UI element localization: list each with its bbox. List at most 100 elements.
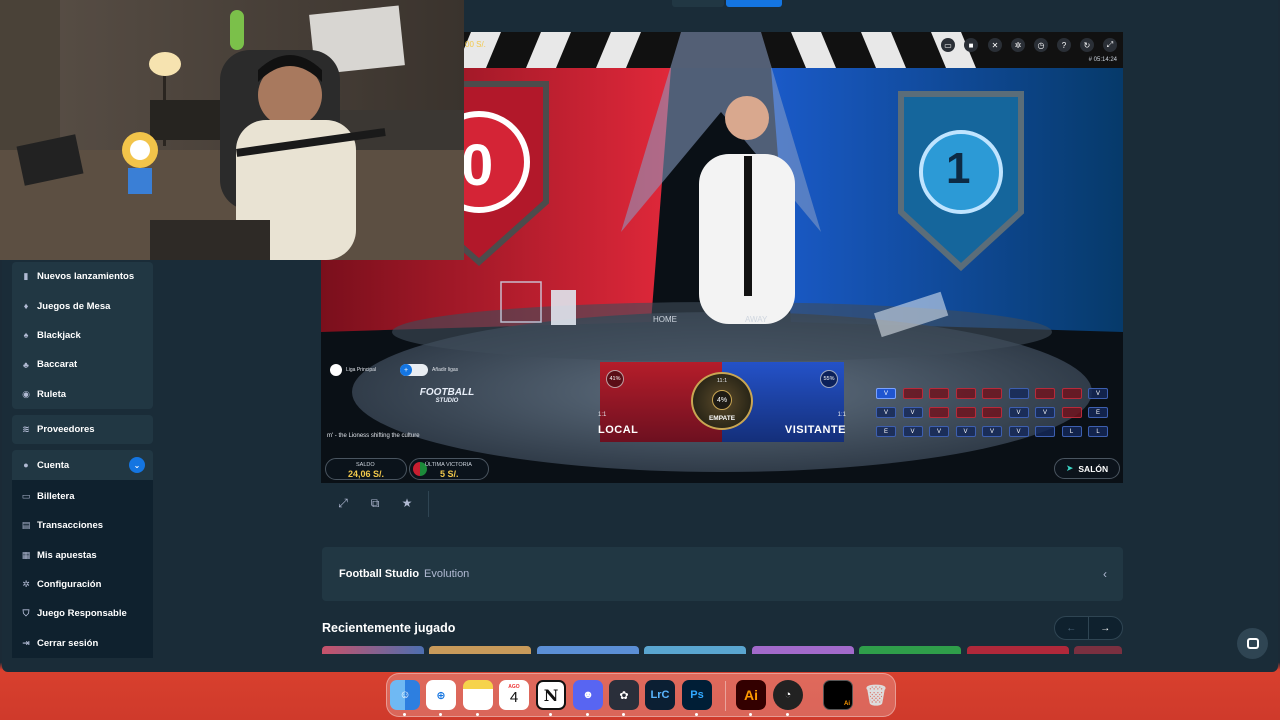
illustrator-icon[interactable]: Ai [736,680,766,710]
running-indicator [786,713,789,716]
draw-ratio: 11:1 [716,378,728,384]
recent-game-thumb[interactable] [644,646,746,654]
league-selector[interactable]: Liga Principal [330,364,376,376]
history-cell [929,388,949,399]
recent-game-thumb[interactable] [537,646,639,654]
sidebar-item-blackjack[interactable]: ♠ Blackjack [12,321,153,350]
scoreboard-right: 1 [946,144,971,193]
running-indicator [476,713,479,716]
sidebar-item-settings[interactable]: ✲ Configuración [12,570,153,599]
visitor-percent-badge: 55% [820,370,838,388]
history-cell [955,407,976,418]
draw-label: EMPATE [708,415,736,422]
history-cell [1061,407,1082,418]
help-icon[interactable]: ? [1057,38,1071,52]
chat-bubble-icon [1246,638,1259,649]
recent-game-thumb[interactable] [859,646,961,654]
recent-game-thumb[interactable] [322,646,424,654]
expand-icon[interactable]: ⤢ [335,495,351,511]
control-divider [428,491,429,517]
top-nav-tab-active[interactable] [726,0,782,7]
lobby-button[interactable]: ➤ SALÓN [1054,458,1120,479]
provider-icon: ≋ [22,424,30,435]
sidebar-item-wallet[interactable]: ▭ Billetera [12,482,153,511]
chevron-down-icon[interactable]: ⌄ [129,457,145,474]
league-logo-icon [330,364,342,376]
sidebar-item-table-games[interactable]: ♦ Juegos de Mesa [12,291,153,320]
calendar-icon[interactable]: AGO 4 [499,680,529,710]
recent-game-thumb[interactable] [967,646,1069,654]
recent-game-thumb[interactable] [752,646,854,654]
sidebar-item-logout[interactable]: ⇥ Cerrar sesión [12,629,153,658]
history-cell: V [1008,407,1029,418]
sidebar-item-baccarat[interactable]: ♣ Baccarat [12,350,153,379]
video-icon[interactable]: ■ [964,38,978,52]
sidebar-item-new-releases[interactable]: ▮ Nuevos lanzamientos [12,262,153,291]
table-away-text: AWAY [745,315,768,324]
sidebar-group-games: ▮ Nuevos lanzamientos ♦ Juegos de Mesa ♠ Bl… [12,262,153,409]
safari-icon[interactable]: ⊕ [426,680,456,710]
trash-icon[interactable]: 🗑 [861,680,891,710]
discord-icon[interactable]: ☻ [573,680,603,710]
local-ratio: 1:1 [598,412,607,418]
theatre-mode-icon[interactable]: ⧉ [367,495,383,511]
obs-icon[interactable]: ◔ [773,680,803,710]
roulette-icon: ◉ [22,388,30,399]
carousel-next-button[interactable]: → [1089,617,1123,639]
notion-icon[interactable]: N [536,680,566,710]
add-league-switch[interactable]: + [400,364,428,376]
bookmark-icon: ▮ [23,271,29,282]
photoshop-icon[interactable]: Ps [682,680,712,710]
sidebar-item-account[interactable]: ● Cuenta ⌄ [12,450,153,479]
sidebar-item-roulette[interactable]: ◉ Ruleta [12,380,153,409]
gear-icon: ✲ [22,579,30,590]
mute-icon[interactable]: ✕ [988,38,1002,52]
sidebar-item-label: Blackjack [37,329,81,341]
add-league-label: Añadir ligas [432,367,459,373]
history-icon[interactable]: ◷ [1034,38,1048,52]
sidebar-item-label: Cuenta [37,459,70,471]
recent-game-thumb[interactable] [1074,646,1122,654]
sidebar-item-transactions[interactable]: ▤ Transacciones [12,511,153,540]
lobby-arrow-icon: ➤ [1065,463,1074,473]
game-clock: # 05:14:24 [1088,57,1117,63]
logout-icon: ⇥ [22,637,30,648]
history-cell: V [1008,426,1029,437]
logo-line-1: FOOTBALL [419,387,475,398]
streamer-webcam [0,0,464,260]
settings-icon[interactable]: ✲ [1011,38,1025,52]
chat-icon[interactable]: ▭ [941,38,955,52]
fullscreen-icon[interactable]: ⤢ [1103,38,1117,52]
recent-game-thumb[interactable] [429,646,531,654]
history-cell [1035,426,1055,437]
shield-icon: ⛉ [22,608,30,619]
davinci-resolve-icon[interactable]: ✿ [609,680,639,710]
refresh-icon[interactable]: ↻ [1080,38,1094,52]
visitor-label: VISITANTE [784,424,846,436]
notes-icon[interactable] [463,680,493,710]
live-chat-button[interactable] [1237,628,1268,659]
chevron-left-icon[interactable]: ‹ [1103,567,1107,581]
game-description-panel[interactable]: Football Studio Evolution ‹ [322,547,1123,601]
lightroom-icon[interactable]: LrC [645,680,675,710]
finder-icon[interactable]: ☺ [390,680,420,710]
league-label: Liga Principal [346,367,377,373]
local-percent-badge: 41% [606,370,624,388]
ai-file-badge: Ai [844,701,850,707]
sidebar-item-my-bets[interactable]: ▦ Mis apuestas [12,541,153,570]
history-cell: V [955,426,976,437]
top-nav-tab-inactive[interactable] [672,0,724,7]
user-icon: ● [23,460,29,471]
sidebar-item-responsible-gaming[interactable]: ⛉ Juego Responsable [12,599,153,628]
carousel-prev-button[interactable]: ← [1055,617,1089,639]
history-cell: V [929,426,949,437]
sidebar-group-account: ● Cuenta ⌄ ▭ Billetera ▤ Transacciones ▦ Mis… [12,450,153,659]
history-cell: L [1061,426,1082,437]
star-icon[interactable]: ★ [399,495,415,511]
sidebar-item-providers[interactable]: ≋ Proveedores [12,415,153,444]
ai-file-icon[interactable]: Ai [823,680,853,710]
add-league-toggle[interactable]: + Añadir ligas [400,364,458,376]
running-indicator [403,713,406,716]
bet-spot-draw[interactable]: 11:1 4% EMPATE [691,372,753,430]
history-cell [902,388,923,399]
